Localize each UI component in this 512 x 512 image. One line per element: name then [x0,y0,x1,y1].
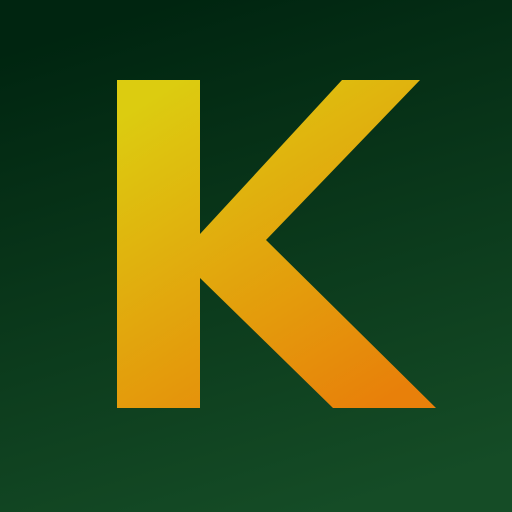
k-logo-icon [0,0,512,512]
app-icon [0,0,512,512]
